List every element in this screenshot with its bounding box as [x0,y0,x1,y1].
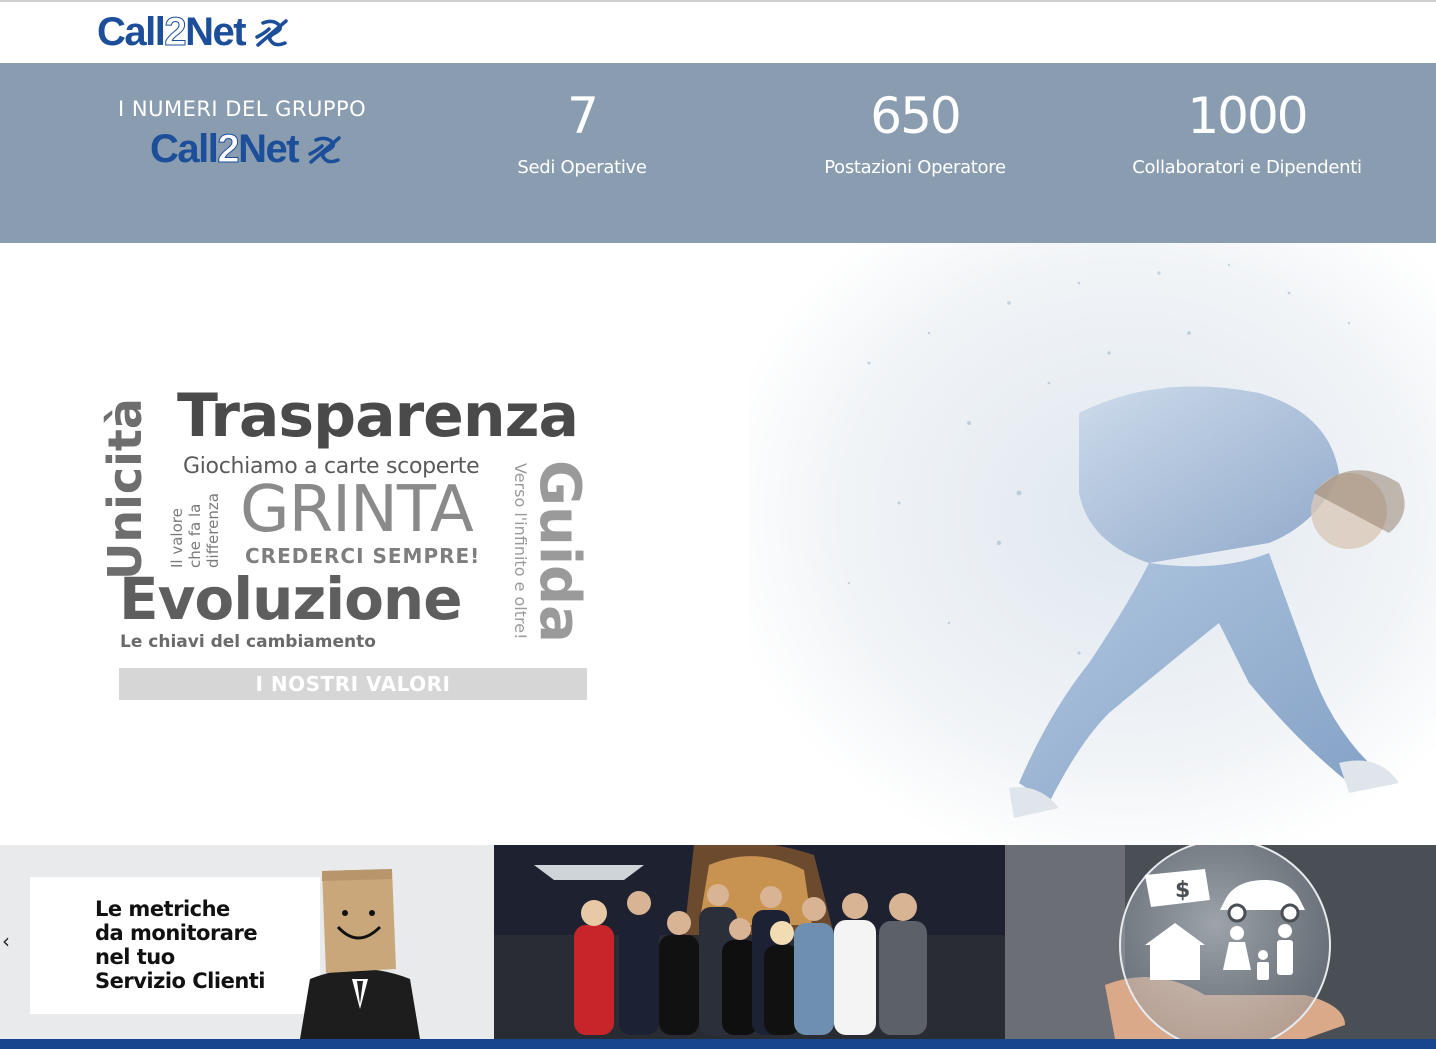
page: Call 2 Net I NUMERI DEL GRUPPO Call 2 Ne… [0,0,1436,1049]
word-unicita: Unicità [98,398,152,580]
logo-mark-icon [255,18,288,47]
svg-text:$: $ [1175,878,1190,903]
group-numbers-section: I NUMERI DEL GRUPPO Call 2 Net 7 Sedi Op… [0,63,1436,243]
slide-caption: Le metriche da monitorare nel tuo Serviz… [95,897,266,993]
numbers-logo: Call 2 Net [150,127,344,172]
bag-head-man-illustration [300,869,420,1039]
word-grinta: GRINTA [240,473,474,547]
stat-label: Postazioni Operatore [824,157,1006,178]
logo-text-call: Call [150,127,219,171]
header-logo[interactable]: Call 2 Net [97,10,291,55]
values-hero: Trasparenza Unicità Giochiamo a carte sc… [0,243,1436,845]
caption-line: Servizio Clienti [95,969,266,993]
stat-postazioni: 650 Postazioni Operatore [750,87,1080,178]
word-verso: Verso l'infinito e oltre! [511,463,530,640]
word-chiavi: Le chiavi del cambiamento [120,632,376,652]
word-evoluzione: Evoluzione [119,565,463,633]
stat-label: Collaboratori e Dipendenti [1132,157,1362,178]
word-valore-3: differenza [204,493,222,568]
logo-text-2: 2 [217,127,240,172]
stat-value: 650 [870,87,961,145]
team-photo-illustration [494,845,1005,1039]
slide-team-photo[interactable] [494,845,1005,1039]
numbers-title: I NUMERI DEL GRUPPO [118,97,367,121]
caption-line: da monitorare [95,921,258,945]
stat-sedi: 7 Sedi Operative [417,87,747,178]
caption-line: Le metriche [95,897,230,921]
values-banner[interactable]: I NOSTRI VALORI [119,668,587,700]
stat-collaboratori: 1000 Collaboratori e Dipendenti [1082,87,1412,178]
footer-bar [0,1039,1436,1049]
word-valore-2: che fa la [186,503,204,568]
logo-text-net: Net [238,127,299,171]
runner-illustration [749,243,1436,845]
slider-prev-chevron-left-icon[interactable]: ‹ [2,931,20,951]
word-crederci: CREDERCI SEMPRE! [245,544,481,568]
word-valore-1: Il valore [168,508,186,568]
stat-label: Sedi Operative [517,157,647,178]
caption-line: nel tuo [95,945,175,969]
word-guida: Guida [527,460,592,643]
logo-text-net: Net [185,10,246,54]
insurance-bubble-illustration: $ [1005,845,1436,1039]
logo-mark-icon [308,135,341,164]
logo-text-2: 2 [164,10,187,55]
bottom-slider: Le metriche da monitorare nel tuo Serviz… [0,845,1436,1039]
values-word-cloud: Trasparenza Unicità Giochiamo a carte sc… [98,378,595,708]
stat-value: 1000 [1187,87,1308,145]
logo-text-call: Call [97,10,166,54]
site-header: Call 2 Net [0,0,1436,63]
stat-value: 7 [567,87,599,145]
slide-metriche[interactable]: Le metriche da monitorare nel tuo Serviz… [0,845,494,1039]
word-trasparenza: Trasparenza [177,381,579,451]
slide-insurance[interactable]: $ [1005,845,1436,1039]
